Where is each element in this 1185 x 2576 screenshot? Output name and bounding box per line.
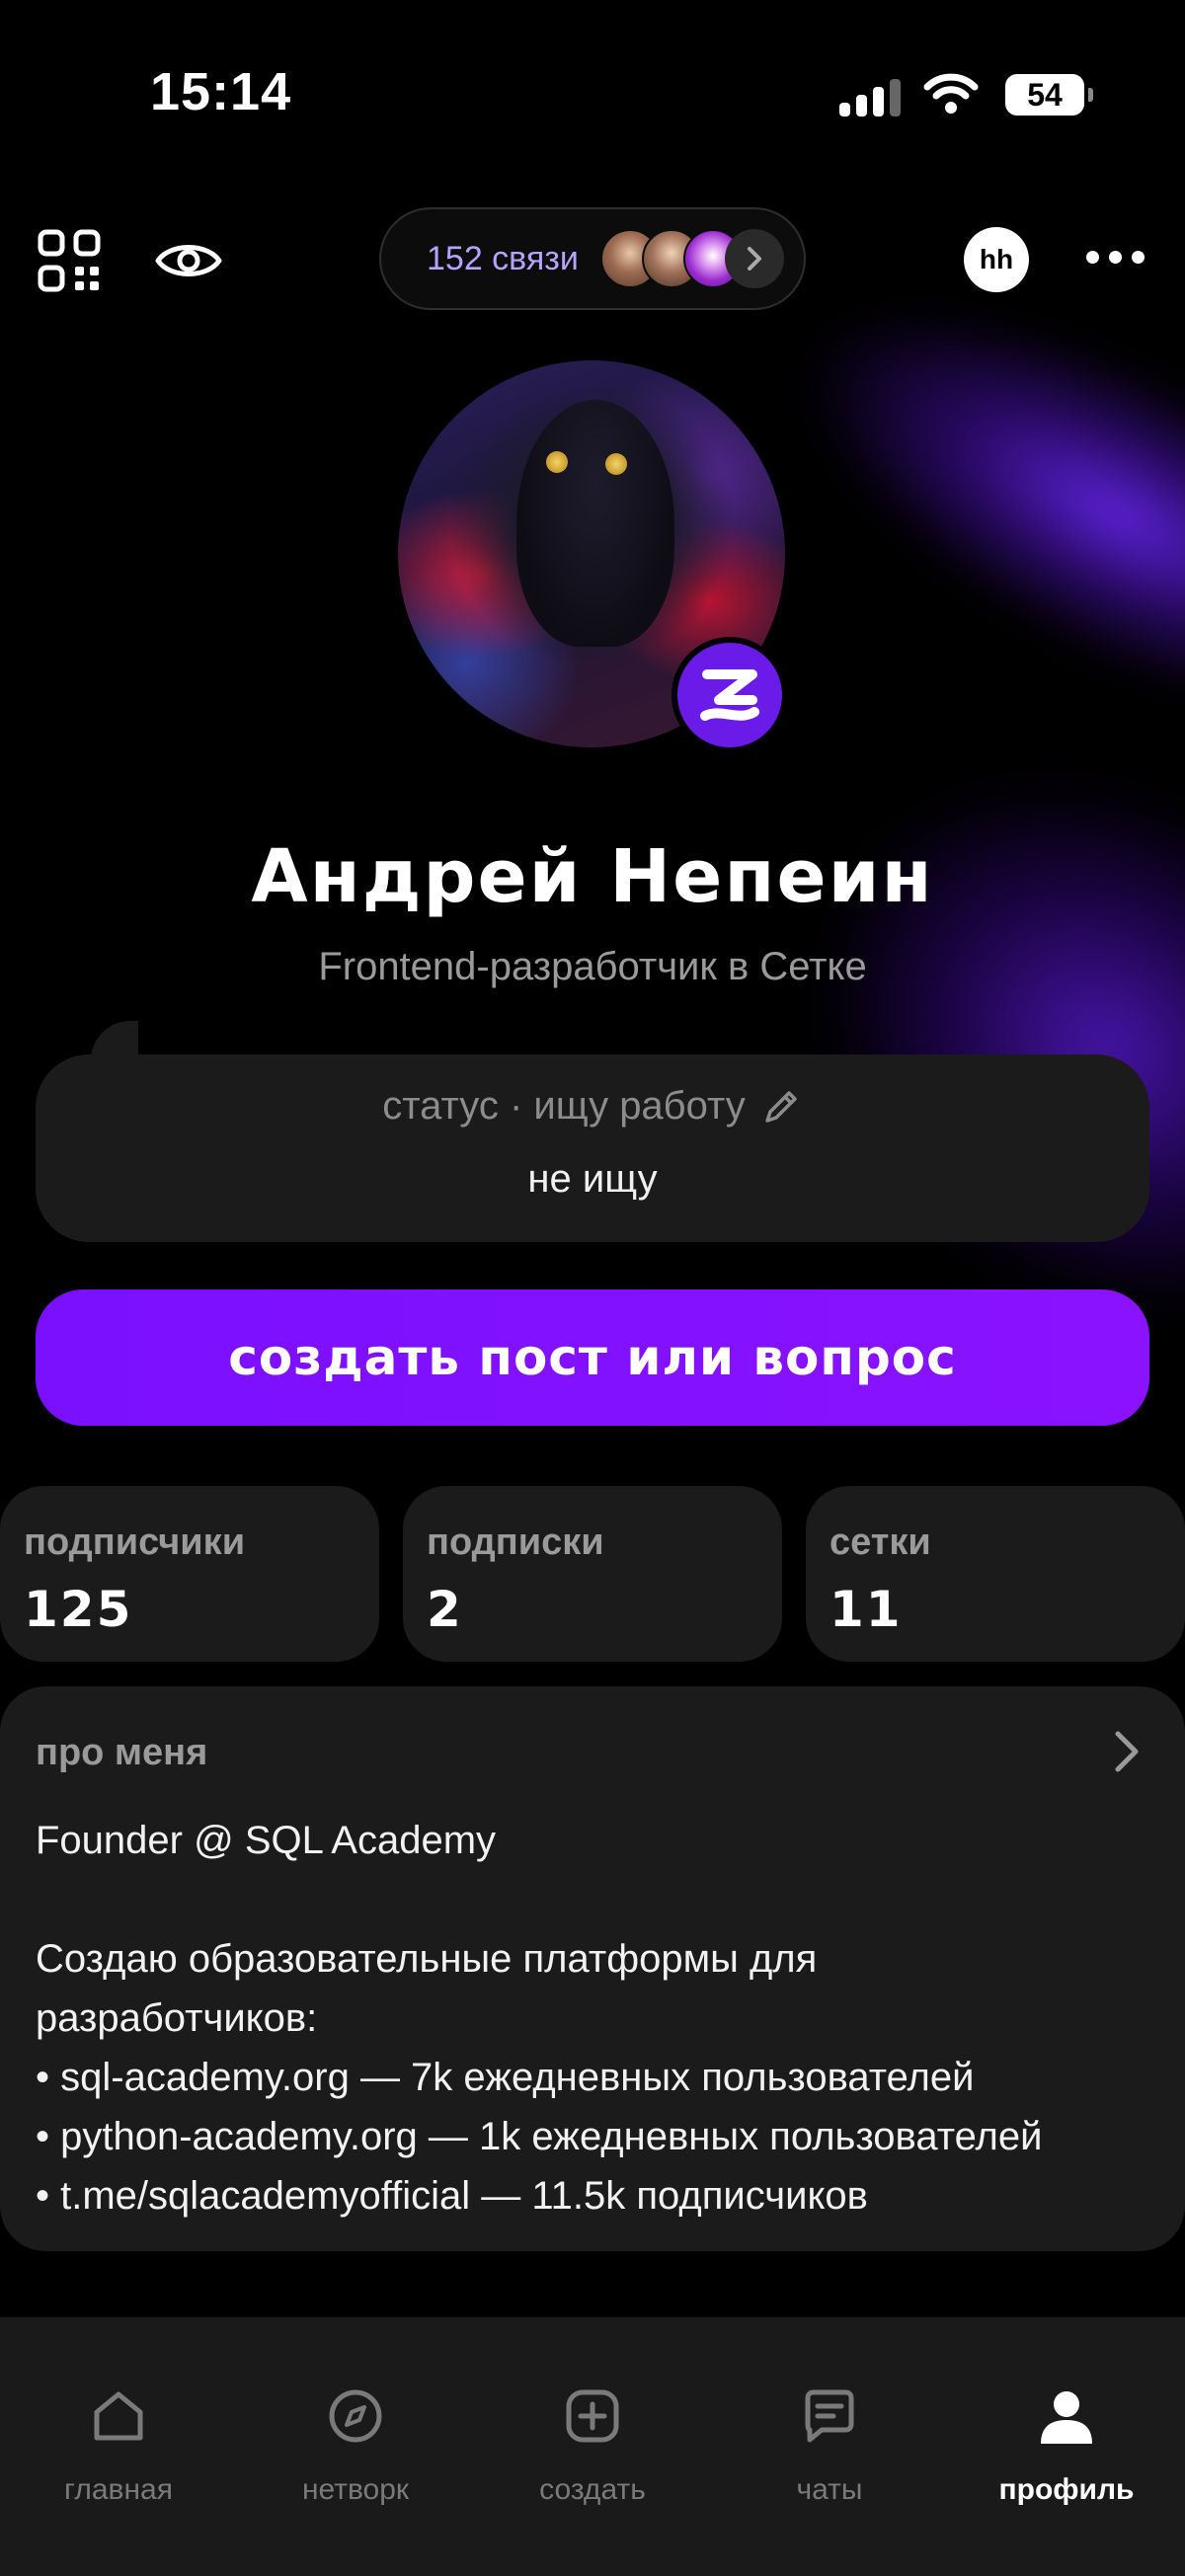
stat-label: подписки [427, 1522, 604, 1563]
about-line: Founder @ SQL Academy [36, 1819, 497, 1862]
profile-subtitle: Frontend-разработчик в Сетке [318, 945, 867, 988]
about-label: про меня [36, 1732, 208, 1773]
about-text: Founder @ SQL Academy Создаю образовател… [36, 1811, 1161, 2225]
stat-followers[interactable]: подписчики 125 [0, 1486, 379, 1662]
avatar-cat-image [516, 400, 674, 647]
status-card[interactable]: статус · ищу работу не ищу [36, 1054, 1149, 1242]
status-label: статус · ищу работу [382, 1084, 746, 1128]
connections-avatars [600, 229, 784, 292]
stat-label: сетки [830, 1522, 931, 1563]
more-icon[interactable] [1086, 251, 1145, 264]
about-line: Создаю образовательные платформы для [36, 1937, 818, 1981]
hh-button[interactable]: hh [964, 227, 1029, 292]
system-status-bar: 15:14 54 [0, 0, 1185, 188]
nav-label: профиль [998, 2473, 1135, 2506]
nav-label: создать [539, 2473, 646, 2506]
about-line: • python-academy.org — 1k ежедневных пол… [36, 2115, 1043, 2158]
stat-value: 11 [830, 1581, 903, 1638]
status-label-row: статус · ищу работу [36, 1084, 1149, 1129]
qr-code-icon[interactable] [38, 229, 101, 292]
pencil-icon[interactable] [759, 1085, 803, 1129]
chevron-right-icon [725, 229, 784, 288]
chat-icon [805, 2389, 854, 2443]
wifi-icon [923, 73, 979, 114]
nav-item-create[interactable]: создать [474, 2347, 711, 2515]
background-glow [746, 229, 1185, 798]
avatar-cat-eye [605, 453, 627, 475]
cellular-signal-icon [839, 79, 901, 117]
nav-item-profile[interactable]: профиль [948, 2347, 1185, 2515]
nav-item-network[interactable]: нетворк [237, 2347, 474, 2515]
nav-item-home[interactable]: главная [0, 2347, 237, 2515]
nav-label: главная [64, 2473, 173, 2506]
nav-label: чаты [796, 2473, 863, 2506]
connections-button[interactable]: 152 связи [379, 207, 806, 310]
about-line: • t.me/sqlacademyofficial — 11.5k подпис… [36, 2174, 868, 2218]
plus-square-icon [566, 2389, 619, 2443]
connections-count: 152 связи [427, 239, 579, 277]
bottom-navigation: главная нетворк создать чаты профиль [0, 2317, 1185, 2576]
home-icon [94, 2391, 143, 2441]
status-value: не ищу [527, 1157, 658, 1201]
clock: 15:14 [150, 62, 292, 121]
stat-networks[interactable]: сетки 11 [806, 1486, 1185, 1662]
eye-icon[interactable] [154, 237, 223, 284]
profile-screen: 15:14 54 152 связи hh Андрей Непеин Fron… [0, 0, 1185, 2576]
stat-following[interactable]: подписки 2 [403, 1486, 782, 1662]
chevron-right-icon[interactable] [1106, 1726, 1146, 1777]
stat-value: 2 [427, 1581, 463, 1638]
battery-icon: 54 [1005, 74, 1093, 116]
about-card[interactable]: про меня Founder @ SQL Academy Создаю об… [0, 1686, 1185, 2251]
avatar-cat-eye [546, 451, 568, 473]
stat-value: 125 [24, 1581, 133, 1638]
setka-logo-icon [672, 637, 788, 753]
about-line: • sql-academy.org — 7k ежедневных пользо… [36, 2056, 975, 2099]
profile-name: Андрей Непеин [251, 834, 934, 919]
compass-icon [329, 2389, 382, 2443]
profile-icon [1041, 2391, 1092, 2444]
nav-item-chats[interactable]: чаты [711, 2347, 948, 2515]
create-post-button[interactable]: создать пост или вопрос [36, 1289, 1149, 1426]
about-line: разработчиков: [36, 1996, 318, 2040]
nav-label: нетворк [301, 2473, 410, 2506]
stat-label: подписчики [24, 1522, 246, 1563]
